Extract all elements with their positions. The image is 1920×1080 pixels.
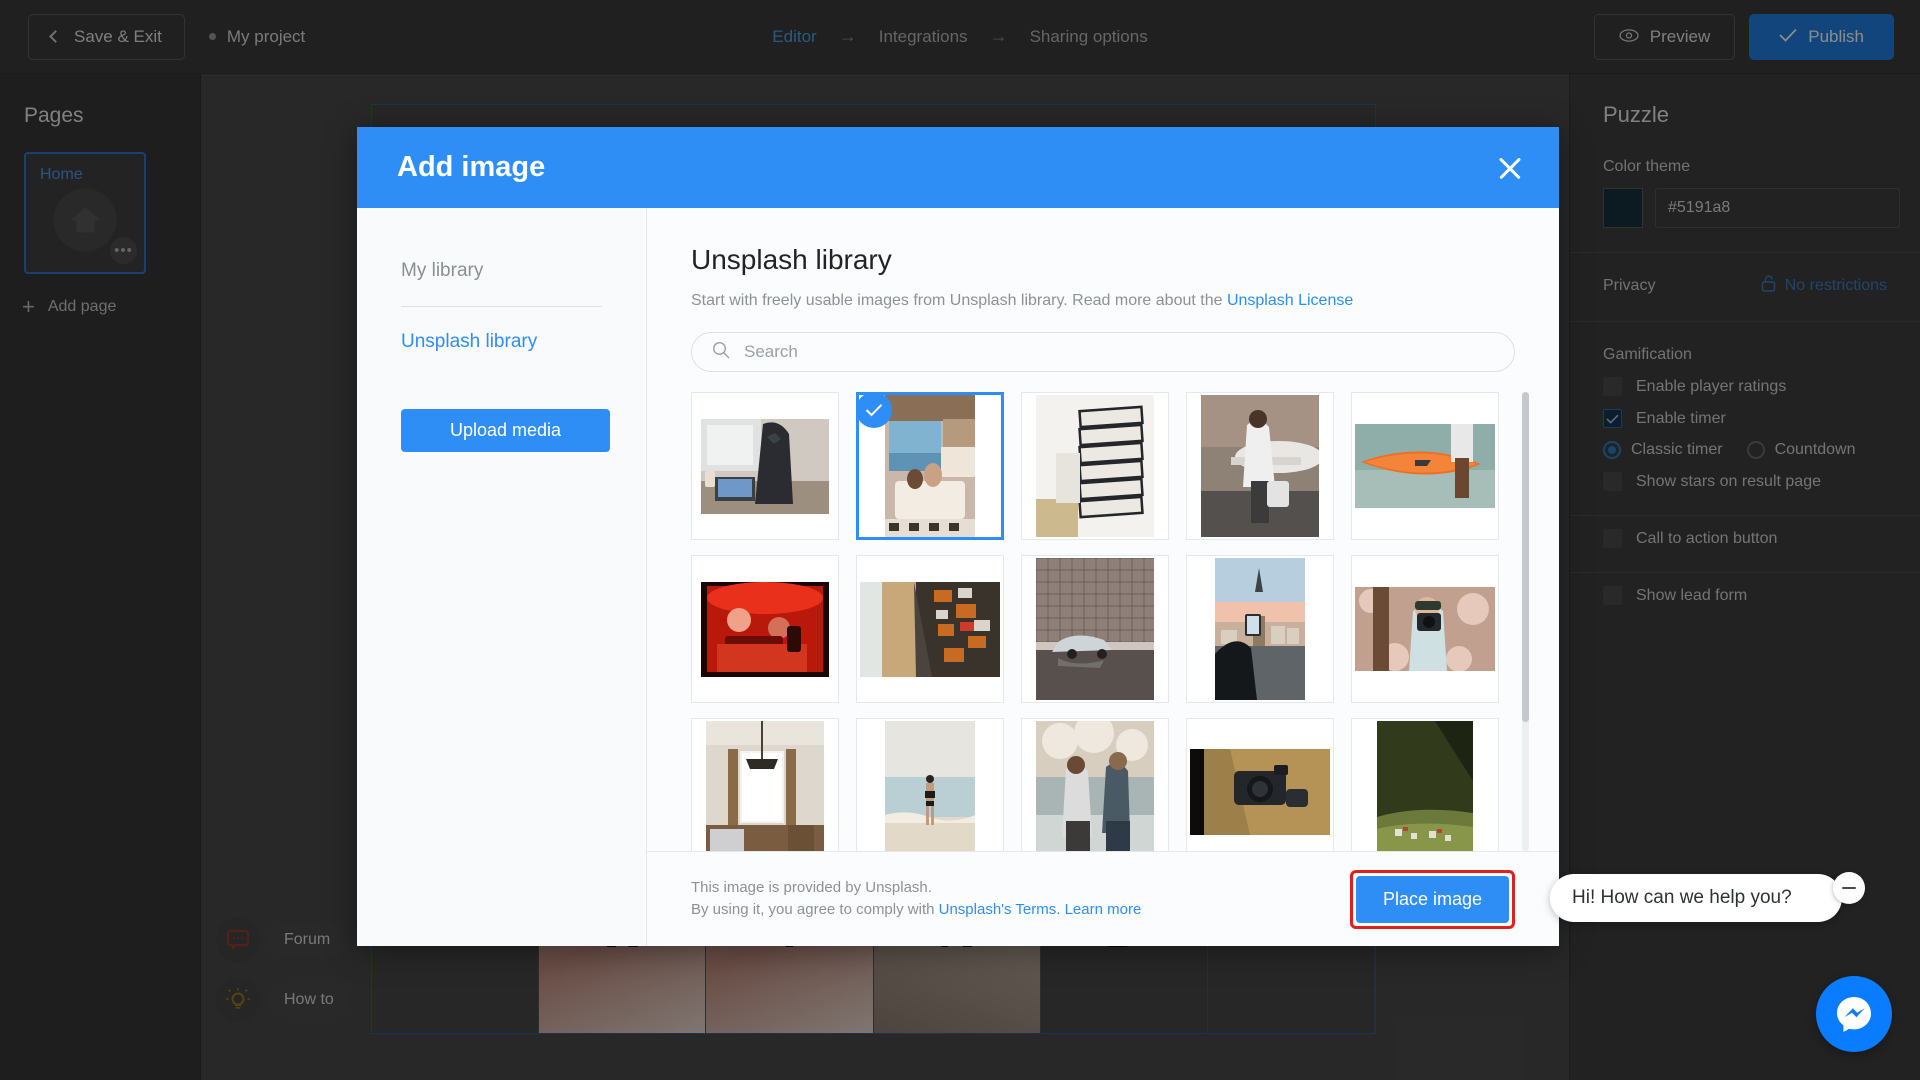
image-thumbnail[interactable] bbox=[691, 555, 839, 703]
image-thumbnail[interactable] bbox=[1351, 555, 1499, 703]
image-thumbnail[interactable] bbox=[1021, 392, 1169, 540]
modal-body: My library Unsplash library Upload media… bbox=[357, 208, 1559, 946]
place-image-button[interactable]: Place image bbox=[1356, 875, 1509, 923]
image-thumbnail[interactable] bbox=[691, 718, 839, 851]
image-grid bbox=[691, 392, 1511, 851]
attribution-text: This image is provided by Unsplash. By u… bbox=[691, 877, 1141, 922]
search-input[interactable] bbox=[744, 342, 1494, 362]
image-thumbnail-selected[interactable] bbox=[856, 392, 1004, 540]
add-image-modal: Add image My library Unsplash library Up… bbox=[357, 127, 1559, 946]
unsplash-license-link[interactable]: Unsplash License bbox=[1227, 292, 1353, 309]
attribution-line-2: By using it, you agree to comply with Un… bbox=[691, 899, 1141, 922]
search-icon bbox=[712, 341, 730, 364]
attribution-prefix: By using it, you agree to comply with bbox=[691, 901, 939, 918]
upload-media-button[interactable]: Upload media bbox=[401, 409, 610, 452]
modal-title: Add image bbox=[397, 151, 546, 183]
grid-scrollbar-thumb[interactable] bbox=[1522, 392, 1529, 723]
image-thumbnail[interactable] bbox=[1186, 392, 1334, 540]
sidebar-divider bbox=[401, 306, 602, 307]
place-image-highlight: Place image bbox=[1350, 869, 1515, 929]
image-thumbnail[interactable] bbox=[856, 555, 1004, 703]
learn-more-link[interactable]: Learn more bbox=[1065, 901, 1142, 918]
chat-greeting-bubble: Hi! How can we help you? bbox=[1550, 874, 1842, 922]
image-thumbnail[interactable] bbox=[856, 718, 1004, 851]
sidebar-item-unsplash-library[interactable]: Unsplash library bbox=[357, 331, 646, 353]
image-grid-scroll-area[interactable] bbox=[691, 392, 1529, 851]
modal-main: Unsplash library Start with freely usabl… bbox=[647, 208, 1559, 946]
chat-widget: Hi! How can we help you? bbox=[1550, 872, 1892, 1052]
image-thumbnail[interactable] bbox=[1351, 718, 1499, 851]
description-text: Start with freely usable images from Uns… bbox=[691, 292, 1227, 309]
unsplash-terms-link[interactable]: Unsplash's Terms. bbox=[939, 901, 1061, 918]
attribution-line-1: This image is provided by Unsplash. bbox=[691, 878, 932, 896]
image-thumbnail[interactable] bbox=[1021, 555, 1169, 703]
image-thumbnail[interactable] bbox=[1021, 718, 1169, 851]
modal-header: Add image bbox=[357, 127, 1559, 208]
modal-sidebar: My library Unsplash library Upload media bbox=[357, 208, 647, 946]
image-thumbnail[interactable] bbox=[1186, 718, 1334, 851]
close-icon[interactable] bbox=[1493, 151, 1527, 185]
chat-minimize-button[interactable] bbox=[1833, 872, 1865, 904]
search-bar[interactable] bbox=[691, 332, 1515, 372]
image-thumbnail[interactable] bbox=[1186, 555, 1334, 703]
unsplash-description: Start with freely usable images from Uns… bbox=[691, 292, 1515, 310]
image-thumbnail[interactable] bbox=[691, 392, 839, 540]
sidebar-item-my-library[interactable]: My library bbox=[357, 260, 646, 282]
modal-main-header: Unsplash library Start with freely usabl… bbox=[647, 208, 1559, 372]
unsplash-library-heading: Unsplash library bbox=[691, 244, 892, 275]
grid-scrollbar[interactable] bbox=[1522, 392, 1529, 851]
modal-footer: This image is provided by Unsplash. By u… bbox=[647, 851, 1559, 946]
messenger-icon[interactable] bbox=[1816, 976, 1892, 1052]
image-thumbnail[interactable] bbox=[1351, 392, 1499, 540]
check-icon bbox=[859, 395, 892, 428]
